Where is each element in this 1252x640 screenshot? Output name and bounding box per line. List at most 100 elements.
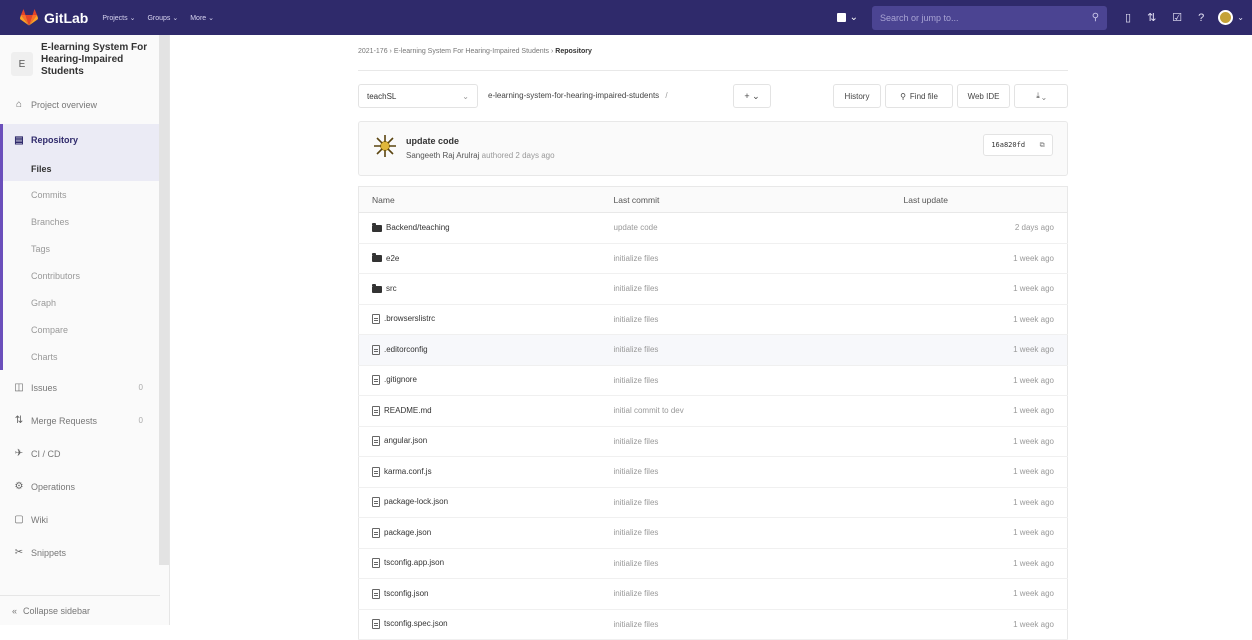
sidebar-item-snippets[interactable]: ✂ Snippets xyxy=(0,539,169,566)
help-icon[interactable]: ? xyxy=(1198,12,1204,24)
breadcrumb-group[interactable]: 2021-176 xyxy=(358,48,388,55)
file-name-cell[interactable]: angular.json xyxy=(358,426,614,457)
file-name[interactable]: package-lock.json xyxy=(384,497,448,506)
last-commit-cell[interactable]: initialize files xyxy=(613,456,904,488)
file-name-cell[interactable]: package-lock.json xyxy=(358,487,614,518)
sidebar-subitem-tags[interactable]: Tags xyxy=(3,235,169,262)
file-name-cell[interactable]: src xyxy=(358,273,614,305)
table-row[interactable]: e2e initialize files 1 week ago xyxy=(358,243,1068,274)
table-row[interactable]: src initialize files 1 week ago xyxy=(358,273,1068,305)
table-row[interactable]: .editorconfig initialize files 1 week ago xyxy=(358,334,1068,366)
sidebar-item-cicd[interactable]: ✈ CI / CD xyxy=(0,440,169,467)
table-row[interactable]: karma.conf.js initialize files 1 week ago xyxy=(358,456,1068,488)
sidebar-item-merge-requests[interactable]: ⇅ Merge Requests 0 xyxy=(0,407,169,434)
file-name[interactable]: package.json xyxy=(384,528,431,537)
file-name-cell[interactable]: Backend/teaching xyxy=(358,212,614,244)
file-name-cell[interactable]: e2e xyxy=(358,243,614,274)
file-name-cell[interactable]: .gitignore xyxy=(358,365,614,396)
sidebar-subitem-contributors[interactable]: Contributors xyxy=(3,262,169,289)
sidebar-subitem-charts[interactable]: Charts xyxy=(3,343,169,370)
table-row[interactable]: .gitignore initialize files 1 week ago xyxy=(358,365,1068,396)
last-commit-cell[interactable]: update code xyxy=(613,212,904,244)
table-row[interactable]: Backend/teaching update code 2 days ago xyxy=(358,212,1068,244)
file-name[interactable]: .gitignore xyxy=(384,375,417,384)
table-row[interactable]: tsconfig.app.json initialize files 1 week … xyxy=(358,548,1068,579)
table-row[interactable]: package-lock.json initialize files 1 week … xyxy=(358,487,1068,518)
file-name-cell[interactable]: .browserslistrc xyxy=(358,304,614,335)
last-commit-cell[interactable]: initialize files xyxy=(613,548,904,579)
last-commit-cell[interactable]: initialize files xyxy=(613,334,904,366)
last-commit-cell[interactable]: initialize files xyxy=(613,487,904,518)
sidebar-item-issues[interactable]: ◫ Issues 0 xyxy=(0,374,169,401)
sidebar-subitem-files[interactable]: Files xyxy=(3,156,169,181)
file-name-cell[interactable]: README.md xyxy=(358,395,614,427)
file-name[interactable]: .browserslistrc xyxy=(384,314,435,323)
branch-selector[interactable]: teachSL ⌄ xyxy=(358,84,478,108)
last-commit-cell[interactable]: initialize files xyxy=(613,609,904,640)
copy-icon[interactable]: ⧉ xyxy=(1040,141,1045,150)
author-avatar[interactable] xyxy=(373,134,397,158)
last-commit-cell[interactable]: initialize files xyxy=(613,365,904,396)
table-row[interactable]: tsconfig.json initialize files 1 week ago xyxy=(358,578,1068,610)
breadcrumb-current[interactable]: Repository xyxy=(555,48,592,55)
file-name[interactable]: Backend/teaching xyxy=(386,223,450,232)
search-box[interactable]: ⚲ xyxy=(872,5,1108,30)
file-name[interactable]: README.md xyxy=(384,406,432,415)
sidebar-item-project-overview[interactable]: ⌂ Project overview xyxy=(0,91,169,118)
table-row[interactable]: angular.json initialize files 1 week ago xyxy=(358,426,1068,457)
file-name[interactable]: tsconfig.json xyxy=(384,589,428,598)
sidebar-item-wiki[interactable]: ▢ Wiki xyxy=(0,506,169,533)
history-button[interactable]: History xyxy=(833,84,881,108)
file-name[interactable]: e2e xyxy=(386,254,399,263)
file-name[interactable]: tsconfig.spec.json xyxy=(384,619,448,628)
sidebar-subitem-branches[interactable]: Branches xyxy=(3,208,169,235)
nav-groups[interactable]: Groups ⌄ xyxy=(147,14,178,22)
file-name-cell[interactable]: tsconfig.spec.json xyxy=(358,609,614,640)
commit-author[interactable]: Sangeeth Raj Arulraj xyxy=(406,151,479,160)
sidebar-item-operations[interactable]: ⚙ Operations xyxy=(0,473,169,500)
file-name-cell[interactable]: tsconfig.app.json xyxy=(358,548,614,579)
merge-request-icon[interactable]: ⇅ xyxy=(1147,11,1156,24)
file-name[interactable]: karma.conf.js xyxy=(384,467,432,476)
sidebar-scrollbar[interactable] xyxy=(159,35,169,565)
file-name[interactable]: angular.json xyxy=(384,436,427,445)
project-header[interactable]: E E-learning System For Hearing-Impaired… xyxy=(0,35,169,91)
file-name-cell[interactable]: package.json xyxy=(358,517,614,549)
web-ide-button[interactable]: Web IDE xyxy=(957,84,1010,108)
todo-icon[interactable]: ▯ xyxy=(1125,11,1131,24)
issues-icon[interactable]: ☑ xyxy=(1172,11,1182,24)
last-commit-cell[interactable]: initialize files xyxy=(613,426,904,457)
commit-sha[interactable]: 16a820fd ⧉ xyxy=(983,134,1053,156)
sidebar-subitem-commits[interactable]: Commits xyxy=(3,181,169,208)
add-to-tree-dropdown[interactable]: + ⌄ xyxy=(733,84,771,108)
table-row[interactable]: package.json initialize files 1 week ago xyxy=(358,517,1068,549)
download-dropdown-button[interactable]: ⤓ ⌄ xyxy=(1014,84,1068,108)
last-commit-cell[interactable]: initialize files xyxy=(613,304,904,335)
find-file-button[interactable]: ⚲ Find file xyxy=(885,84,953,108)
file-name[interactable]: .editorconfig xyxy=(384,345,428,354)
file-name-cell[interactable]: tsconfig.json xyxy=(358,578,614,610)
user-avatar[interactable] xyxy=(1218,10,1234,25)
sidebar-item-repository[interactable]: ▤ Repository xyxy=(0,124,169,156)
sidebar-subitem-compare[interactable]: Compare xyxy=(3,316,169,343)
file-name-cell[interactable]: karma.conf.js xyxy=(358,456,614,488)
last-commit-cell[interactable]: initialize files xyxy=(613,517,904,549)
last-commit-cell[interactable]: initialize files xyxy=(613,578,904,610)
last-commit-cell[interactable]: initial commit to dev xyxy=(613,395,904,427)
file-name[interactable]: tsconfig.app.json xyxy=(384,558,444,567)
table-row[interactable]: .browserslistrc initialize files 1 week ag… xyxy=(358,304,1068,335)
nav-more[interactable]: More ⌄ xyxy=(190,14,214,22)
breadcrumb-project[interactable]: E-learning System For Hearing-Impaired S… xyxy=(394,48,549,55)
search-input[interactable] xyxy=(880,12,1071,23)
collapse-sidebar-button[interactable]: « Collapse sidebar xyxy=(0,595,160,625)
last-commit-cell[interactable]: initialize files xyxy=(613,273,904,305)
sidebar-subitem-graph[interactable]: Graph xyxy=(3,289,169,316)
file-name[interactable]: src xyxy=(386,284,397,293)
last-commit-cell[interactable]: initialize files xyxy=(613,243,904,274)
nav-projects[interactable]: Projects ⌄ xyxy=(102,14,135,22)
table-row[interactable]: tsconfig.spec.json initialize files 1 week… xyxy=(358,609,1068,640)
commit-title[interactable]: update code xyxy=(406,136,459,146)
gitlab-logo[interactable]: GitLab xyxy=(20,9,88,26)
table-row[interactable]: README.md initial commit to dev 1 week ago xyxy=(358,395,1068,427)
repo-path-root[interactable]: e-learning-system-for-hearing-impaired-s… xyxy=(488,91,659,100)
